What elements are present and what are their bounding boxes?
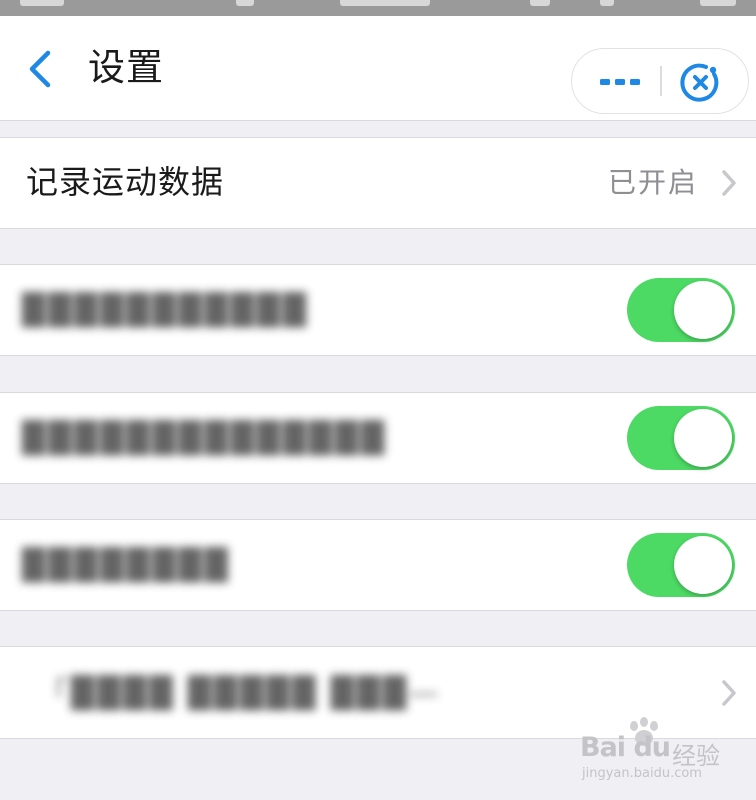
page-title: 设置 [88,46,164,89]
mini-program-close-icon [680,63,719,102]
record-sport-data-label: 记录运动数据 [26,163,225,201]
chevron-right-icon [722,170,736,196]
toggle-knob [674,536,732,594]
record-sport-data-status: 已开启 [607,166,698,199]
watermark-url: jingyan.baidu.com [582,766,702,781]
toggle-row-3-label: ████████ [22,548,231,583]
toggle-switch-2[interactable] [627,406,735,470]
toggle-knob [674,281,732,339]
divider [0,483,756,484]
chevron-right-icon [722,680,736,706]
chevron-left-icon [29,50,51,88]
toggle-row-2: ██████████████ [0,393,756,483]
toggle-row-1-label: ███████████ [22,293,309,328]
link-row-label: 「████ █████ ███— [38,676,442,711]
status-bar [0,0,756,16]
mini-program-capsule [571,48,749,114]
toggle-knob [674,409,732,467]
close-mini-program-button[interactable] [680,62,722,104]
record-sport-data-row[interactable]: 记录运动数据 已开启 [0,138,756,228]
more-dots-icon [600,79,640,85]
more-button[interactable] [596,64,644,98]
divider [0,355,756,356]
capsule-divider [660,66,662,96]
navbar-divider [0,120,756,121]
toggle-switch-3[interactable] [627,533,735,597]
navigation-bar: 设置 [0,16,756,120]
baidu-jingyan-watermark: Bai du 经验 jingyan.baidu.com [580,716,750,786]
toggle-switch-1[interactable] [627,278,735,342]
watermark-brand: Bai du [580,732,671,763]
divider [0,610,756,611]
toggle-row-3: ████████ [0,520,756,610]
back-button[interactable] [22,49,58,89]
toggle-row-2-label: ██████████████ [22,421,387,456]
toggle-row-1: ███████████ [0,265,756,355]
divider [0,228,756,229]
